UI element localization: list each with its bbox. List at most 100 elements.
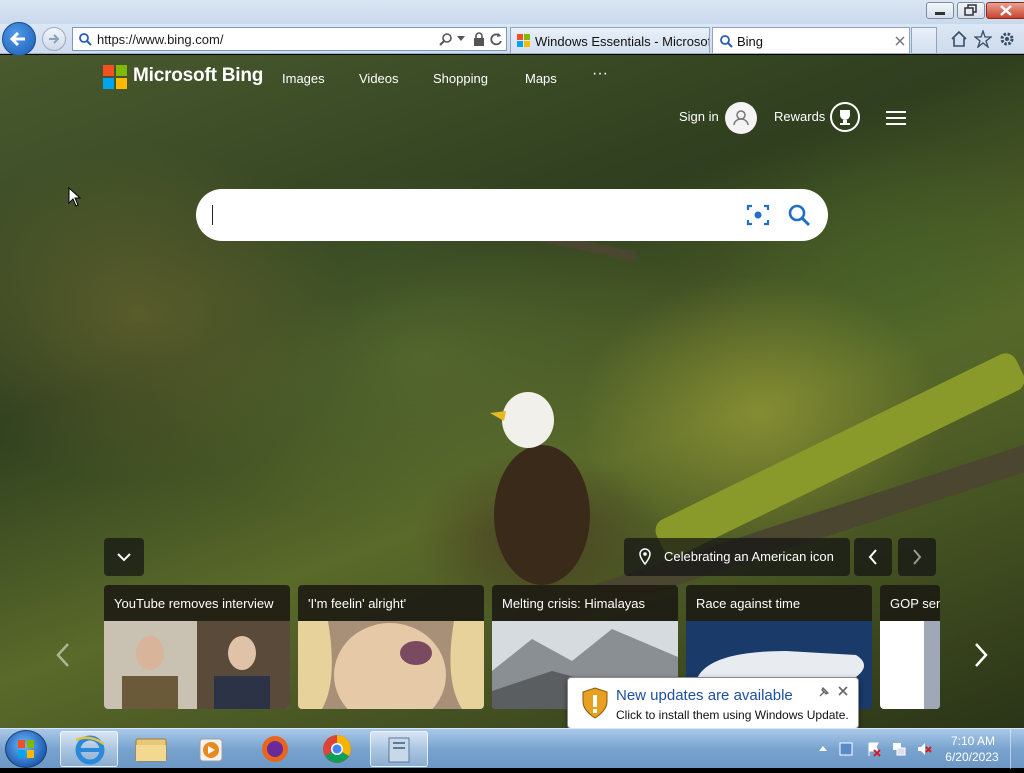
tab-label: Bing xyxy=(737,34,764,49)
bing-page: Microsoft Bing Images Videos Shopping Ma… xyxy=(0,55,1024,728)
close-icon xyxy=(1000,5,1012,16)
forward-arrow-icon xyxy=(49,34,60,44)
news-card-title: GOP sen xyxy=(890,596,940,611)
new-tab-button[interactable] xyxy=(911,27,937,53)
lock-icon[interactable] xyxy=(473,32,485,46)
taskbar: 7:10 AM 6/20/2023 xyxy=(0,728,1024,769)
taskbar-file-explorer[interactable] xyxy=(122,731,180,767)
browser-title-bar xyxy=(0,0,1024,24)
windows-logo-icon xyxy=(18,740,34,758)
close-window-button[interactable] xyxy=(986,2,1024,19)
home-icon[interactable] xyxy=(950,30,968,48)
update-tray-icon[interactable] xyxy=(838,741,854,757)
taskbar-chrome[interactable] xyxy=(308,731,366,767)
hamburger-menu-icon[interactable] xyxy=(886,111,906,125)
collapse-feed-button[interactable] xyxy=(104,538,144,576)
search-icon xyxy=(79,33,92,46)
chevron-down-icon xyxy=(117,553,131,562)
address-url: https://www.bing.com/ xyxy=(97,32,224,47)
search-icon[interactable] xyxy=(439,32,453,46)
news-card-image xyxy=(298,621,484,709)
chevron-right-icon xyxy=(913,549,922,565)
rewards-link[interactable]: Rewards xyxy=(774,109,825,124)
news-card-image xyxy=(104,621,290,709)
sign-in-link[interactable]: Sign in xyxy=(679,109,719,124)
start-button[interactable] xyxy=(5,730,47,768)
bing-brand[interactable]: Microsoft Bing xyxy=(133,65,263,87)
carousel-right-arrow-icon[interactable] xyxy=(970,640,992,670)
minimize-icon xyxy=(935,12,945,15)
news-card-title: 'I'm feelin' alright' xyxy=(308,596,407,611)
clock-date[interactable]: 6/20/2023 xyxy=(944,750,1000,764)
next-image-button[interactable] xyxy=(898,538,936,576)
favorites-star-icon[interactable] xyxy=(974,30,992,48)
news-card[interactable]: YouTube removes interview xyxy=(104,585,290,709)
gear-icon[interactable] xyxy=(998,30,1016,48)
windows-update-app-icon xyxy=(388,737,410,763)
search-icon[interactable] xyxy=(786,202,812,228)
carousel-left-arrow-icon[interactable] xyxy=(52,640,74,670)
taskbar-internet-explorer[interactable] xyxy=(60,731,118,767)
update-notification-balloon[interactable]: New updates are available Click to insta… xyxy=(567,677,859,729)
pin-icon[interactable] xyxy=(818,686,830,698)
restore-icon xyxy=(964,4,977,16)
action-center-flag-icon[interactable] xyxy=(866,741,882,757)
taskbar-firefox[interactable] xyxy=(246,731,304,767)
microsoft-logo-icon[interactable] xyxy=(103,65,127,89)
clock-time[interactable]: 7:10 AM xyxy=(948,734,998,748)
firefox-icon xyxy=(262,736,288,762)
nav-more[interactable]: ··· xyxy=(592,65,608,83)
address-bar[interactable]: https://www.bing.com/ xyxy=(72,27,507,51)
nav-maps[interactable]: Maps xyxy=(525,71,557,86)
nav-images[interactable]: Images xyxy=(282,71,325,86)
volume-muted-icon[interactable] xyxy=(916,741,932,757)
microsoft-logo-icon xyxy=(517,34,530,47)
news-card[interactable]: 'I'm feelin' alright' xyxy=(298,585,484,709)
media-player-icon xyxy=(199,738,223,762)
avatar[interactable] xyxy=(725,102,757,134)
restore-button[interactable] xyxy=(957,2,985,19)
windows-update-shield-icon xyxy=(582,687,608,719)
news-card-title: Melting crisis: Himalayas xyxy=(502,596,646,611)
news-card-title: YouTube removes interview xyxy=(114,596,274,611)
user-icon xyxy=(733,110,749,126)
close-icon[interactable] xyxy=(838,686,848,696)
nav-shopping[interactable]: Shopping xyxy=(433,71,488,86)
taskbar-media-player[interactable] xyxy=(184,731,242,767)
location-pin-icon xyxy=(639,548,651,566)
folder-icon xyxy=(135,738,167,762)
previous-image-button[interactable] xyxy=(854,538,892,576)
taskbar-windows-update-app[interactable] xyxy=(370,731,428,767)
chevron-down-icon[interactable] xyxy=(457,36,465,42)
search-icon xyxy=(720,35,733,48)
forward-button[interactable] xyxy=(42,27,66,51)
show-hidden-icons-icon[interactable] xyxy=(815,741,831,757)
image-caption[interactable]: Celebrating an American icon xyxy=(624,538,850,576)
trophy-icon xyxy=(840,110,850,125)
text-caret xyxy=(212,205,213,225)
caption-text: Celebrating an American icon xyxy=(664,549,834,564)
chrome-icon xyxy=(323,735,351,763)
news-card[interactable]: GOP sen xyxy=(880,585,940,709)
tab-label: Windows Essentials - Microsof... xyxy=(535,34,710,49)
news-card-title: Race against time xyxy=(696,596,801,611)
nav-videos[interactable]: Videos xyxy=(359,71,399,86)
tab-windows-essentials[interactable]: Windows Essentials - Microsof... xyxy=(510,27,710,53)
show-desktop-button[interactable] xyxy=(1010,729,1024,769)
minimize-button[interactable] xyxy=(926,2,954,19)
chevron-left-icon xyxy=(868,549,877,565)
close-tab-icon[interactable] xyxy=(895,36,905,46)
back-arrow-icon xyxy=(9,31,25,47)
notification-body: Click to install them using Windows Upda… xyxy=(616,708,849,722)
visual-search-icon[interactable] xyxy=(746,203,770,227)
rewards-trophy-icon[interactable] xyxy=(830,102,860,132)
search-input[interactable] xyxy=(196,189,828,241)
bald-eagle-image xyxy=(490,392,590,585)
internet-explorer-icon xyxy=(75,735,105,765)
network-icon[interactable] xyxy=(891,741,907,757)
tab-bing[interactable]: Bing xyxy=(712,27,910,53)
refresh-icon[interactable] xyxy=(489,32,503,46)
news-card-image xyxy=(880,621,940,709)
back-button[interactable] xyxy=(2,22,36,56)
notification-title: New updates are available xyxy=(616,687,793,704)
